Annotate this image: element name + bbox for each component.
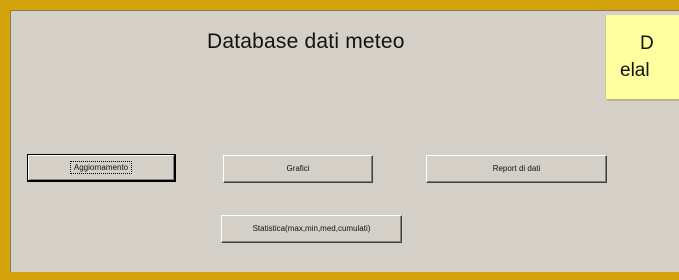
report-di-dati-button[interactable]: Report di dati — [426, 155, 607, 183]
note-line-1: D — [640, 33, 654, 54]
form-body: Database dati meteo D elal Aggiornamento… — [10, 10, 679, 272]
form-title: Database dati meteo — [207, 30, 405, 53]
grafici-button-label: Grafici — [286, 164, 310, 173]
grafici-button[interactable]: Grafici — [223, 155, 373, 183]
report-button-label: Report di dati — [492, 164, 541, 173]
database-form-window: Database dati meteo D elal Aggiornamento… — [0, 0, 679, 280]
statistica-button-label: Statistica(max,min,med,cumulati) — [252, 224, 371, 233]
aggiornamento-button[interactable]: Aggiornamento — [27, 154, 176, 182]
sticky-note-label: D elal — [605, 15, 679, 99]
aggiornamento-button-label: Aggiornamento — [69, 161, 133, 174]
note-line-2: elal — [620, 60, 650, 81]
statistica-button[interactable]: Statistica(max,min,med,cumulati) — [221, 215, 402, 243]
